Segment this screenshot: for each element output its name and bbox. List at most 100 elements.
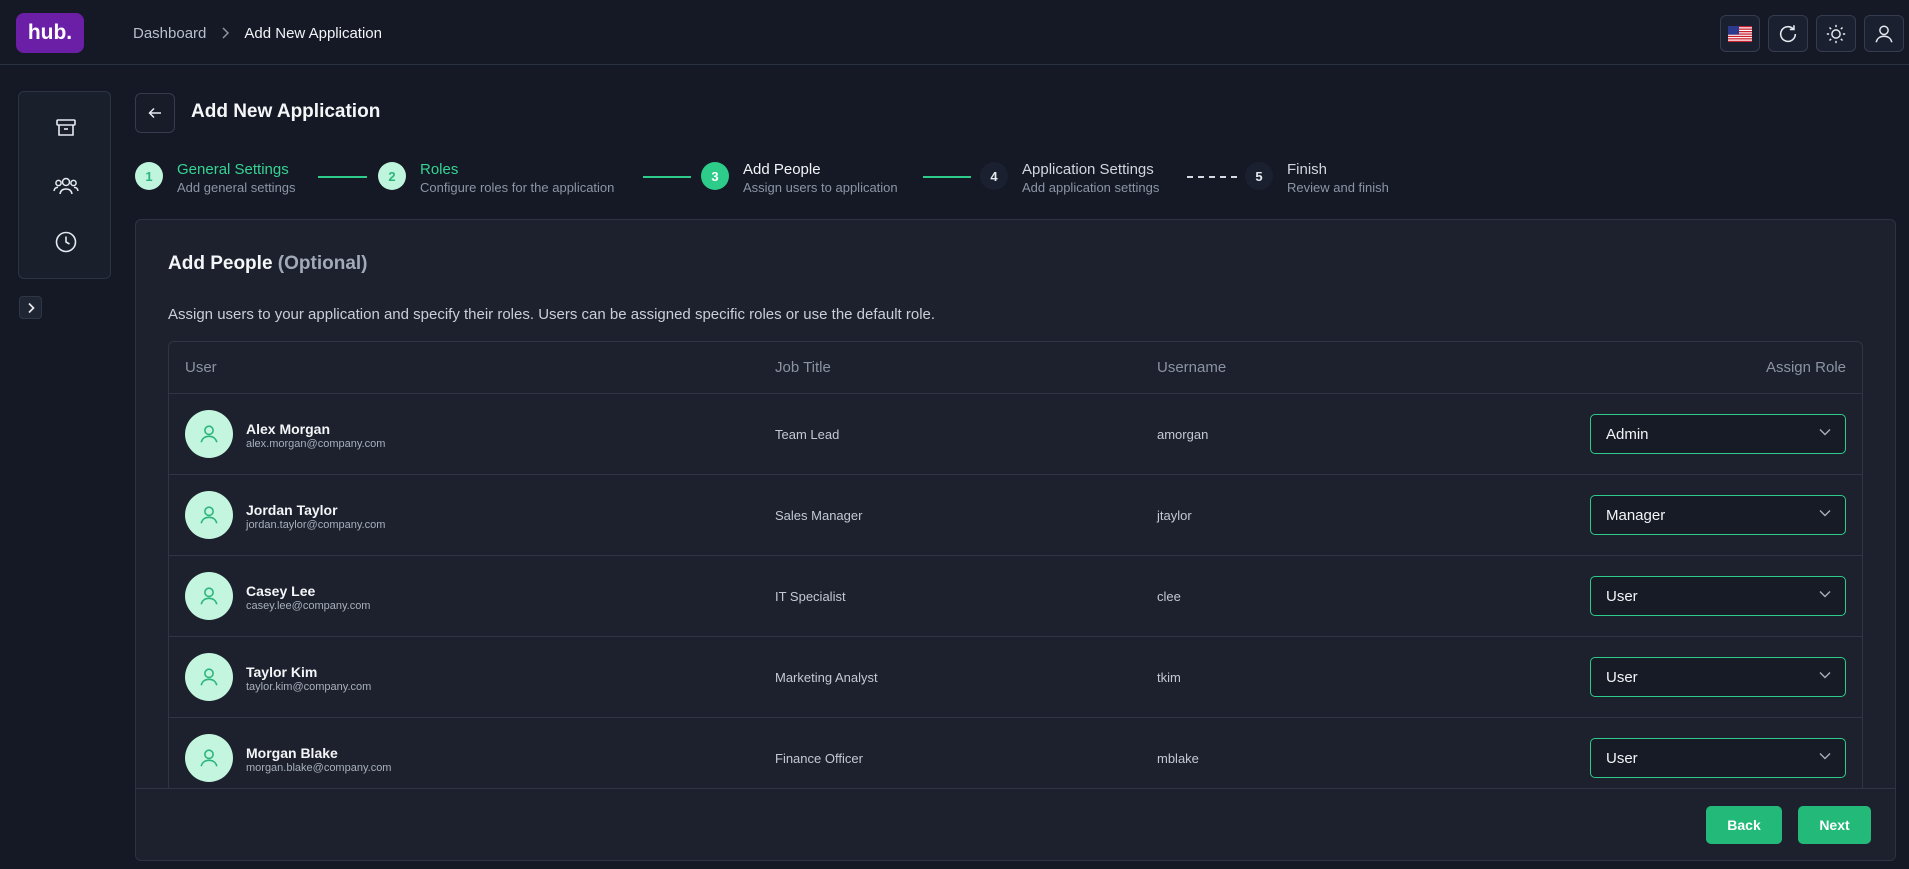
role-select[interactable]: User [1590,738,1846,778]
sidebar-expand-button[interactable] [19,296,42,319]
breadcrumb-current: Add New Application [244,24,382,42]
job-title-cell: Marketing Analyst [775,670,878,685]
avatar [185,653,233,701]
role-select[interactable]: User [1590,576,1846,616]
chevron-down-icon [1819,752,1831,760]
step-connector [923,176,971,178]
table-row: Casey Lee casey.lee@company.com IT Speci… [169,556,1862,637]
sun-icon [1825,23,1847,45]
step-2-title[interactable]: Roles [420,161,458,178]
step-1-subtitle: Add general settings [177,180,296,195]
arrow-left-icon [148,107,162,119]
chevron-down-icon [1819,509,1831,517]
step-5-title[interactable]: Finish [1287,161,1327,178]
back-arrow-button[interactable] [135,93,175,133]
refresh-button[interactable] [1768,15,1808,52]
step-3-title[interactable]: Add People [743,161,821,178]
avatar [185,734,233,782]
user-name: Morgan Blake [246,745,338,761]
top-bar: hub. Dashboard Add New Application [0,0,1909,65]
column-header-assign-role[interactable]: Assign Role [1766,359,1846,376]
chevron-down-icon [1819,428,1831,436]
user-email: taylor.kim@company.com [246,681,372,693]
language-button[interactable] [1720,15,1760,52]
table-row: Alex Morgan alex.morgan@company.com Team… [169,394,1862,475]
back-button[interactable]: Back [1706,806,1782,844]
username-cell: mblake [1157,751,1199,766]
profile-button[interactable] [1864,15,1904,52]
chevron-down-icon [1819,590,1831,598]
us-flag-icon [1728,25,1752,42]
user-name: Alex Morgan [246,421,331,437]
next-button[interactable]: Next [1798,806,1871,844]
user-name: Taylor Kim [246,664,318,680]
clock-icon[interactable] [53,229,79,255]
column-header-username[interactable]: Username [1157,359,1226,376]
step-4-title[interactable]: Application Settings [1022,161,1154,178]
theme-toggle-button[interactable] [1816,15,1856,52]
archive-icon[interactable] [53,115,79,141]
step-2-circle[interactable]: 2 [378,162,406,190]
refresh-icon [1777,23,1799,45]
avatar [185,410,233,458]
avatar [185,572,233,620]
job-title-cell: Sales Manager [775,508,863,523]
page-title: Add New Application [191,101,381,122]
user-name: Jordan Taylor [246,502,338,518]
step-2-subtitle: Configure roles for the application [420,180,615,195]
card-title: Add People (Optional) [168,253,368,275]
username-cell: tkim [1157,670,1181,685]
role-select[interactable]: Manager [1590,495,1846,535]
breadcrumb: Dashboard Add New Application [133,23,382,43]
add-people-card: Add People (Optional) Assign users to yo… [135,219,1896,861]
users-icon[interactable] [53,173,79,199]
step-1-circle[interactable]: 1 [135,162,163,190]
sidebar [18,91,111,279]
user-email: morgan.blake@company.com [246,762,392,774]
step-3-circle[interactable]: 3 [701,162,729,190]
role-select-value: User [1606,668,1638,686]
role-select[interactable]: User [1590,657,1846,697]
hub-logo[interactable]: hub. [16,13,84,53]
step-5-circle[interactable]: 5 [1245,162,1273,190]
username-cell: clee [1157,589,1181,604]
job-title-cell: IT Specialist [775,589,846,604]
card-title-optional: (Optional) [277,253,368,274]
column-header-user[interactable]: User [185,359,217,376]
role-select-value: User [1606,749,1638,767]
role-select[interactable]: Admin [1590,414,1846,454]
role-select-value: Manager [1606,506,1666,524]
step-3-subtitle: Assign users to application [743,180,898,195]
username-cell: jtaylor [1157,508,1192,523]
user-email: alex.morgan@company.com [246,438,386,450]
step-4-subtitle: Add application settings [1022,180,1160,195]
step-1-title[interactable]: General Settings [177,161,289,178]
table-row: Morgan Blake morgan.blake@company.com Fi… [169,718,1862,799]
job-title-cell: Team Lead [775,427,840,442]
step-connector-dashed [1187,176,1237,178]
card-description: Assign users to your application and spe… [168,306,936,323]
card-footer: Back Next [136,788,1895,860]
step-4-circle[interactable]: 4 [980,162,1008,190]
user-email: casey.lee@company.com [246,600,371,612]
user-email: jordan.taylor@company.com [246,519,386,531]
user-icon [1873,23,1895,45]
role-select-value: User [1606,587,1638,605]
column-header-job-title[interactable]: Job Title [775,359,831,376]
step-5-subtitle: Review and finish [1287,180,1389,195]
chevron-right-icon [26,302,36,314]
breadcrumb-dashboard-link[interactable]: Dashboard [133,25,206,42]
role-select-value: Admin [1606,425,1649,443]
chevron-right-icon [220,27,230,39]
users-table: User Job Title Username Assign Role Alex… [168,341,1863,860]
username-cell: amorgan [1157,427,1209,442]
job-title-cell: Finance Officer [775,751,863,766]
step-connector [318,176,367,178]
avatar [185,491,233,539]
table-row: Jordan Taylor jordan.taylor@company.com … [169,475,1862,556]
table-row: Taylor Kim taylor.kim@company.com Market… [169,637,1862,718]
step-connector [643,176,691,178]
chevron-down-icon [1819,671,1831,679]
card-title-text: Add People [168,253,273,274]
user-name: Casey Lee [246,583,316,599]
